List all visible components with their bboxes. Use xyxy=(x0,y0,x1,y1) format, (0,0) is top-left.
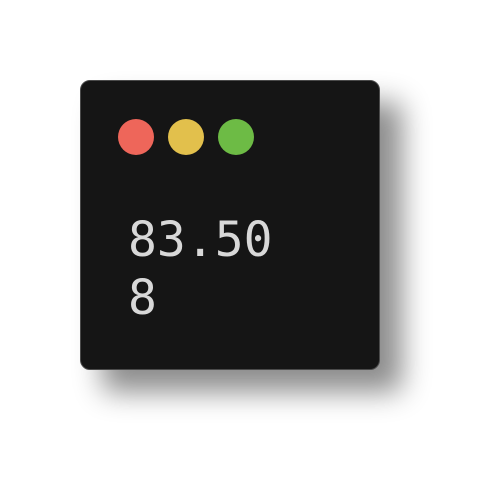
content-line: 8 xyxy=(128,270,157,326)
maximize-button[interactable] xyxy=(218,119,254,155)
terminal-window: 83.50 8 xyxy=(80,80,380,370)
close-button[interactable] xyxy=(118,119,154,155)
content-line: 83.50 xyxy=(128,212,273,268)
window-content: 83.50 8 xyxy=(128,211,273,327)
minimize-button[interactable] xyxy=(168,119,204,155)
